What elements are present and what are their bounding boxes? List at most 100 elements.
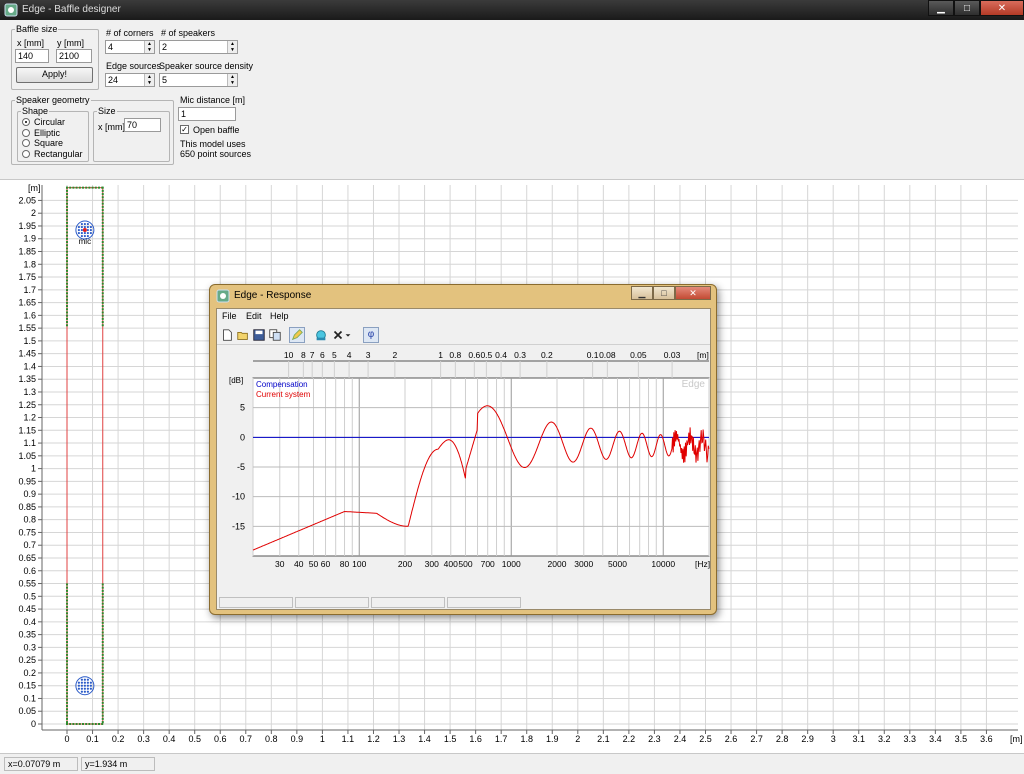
edge-source-point: [101, 625, 104, 628]
speakers-label: # of speakers: [161, 28, 216, 38]
hz-tick-label: 200: [398, 559, 412, 569]
x-tick-label: 2: [575, 734, 580, 744]
edge-source-point: [66, 599, 68, 602]
menu-help[interactable]: Help: [270, 311, 289, 321]
menu-edit[interactable]: Edit: [246, 311, 262, 321]
edge-source-point: [101, 714, 104, 717]
edge-source-point: [94, 723, 97, 725]
edge-source-point: [78, 186, 81, 189]
edge-source-point: [88, 723, 91, 725]
spin-arrows-icon[interactable]: ▲ ▼: [227, 41, 237, 53]
shape-label-square: Square: [34, 138, 64, 148]
mic-distance-input[interactable]: 1: [178, 107, 236, 121]
m-tick-label: 0.2: [541, 350, 553, 360]
size-legend: Size: [98, 106, 116, 116]
new-icon[interactable]: [219, 327, 235, 343]
save-icon[interactable]: [251, 327, 267, 343]
hz-tick-label: 60: [321, 559, 331, 569]
speaker-icon[interactable]: [313, 327, 329, 343]
open-baffle-label: Open baffle: [193, 125, 240, 135]
y-tick-label: 1.4: [23, 361, 36, 371]
hz-tick-label: 100: [352, 559, 366, 569]
edge-source-point: [66, 301, 68, 304]
response-title-bar[interactable]: Edge - Response ▁ □ ✕: [210, 285, 716, 307]
response-toolbar: φ: [217, 325, 710, 345]
shape-radio-rectangular[interactable]: [22, 149, 30, 158]
hz-tick-label: 1000: [502, 559, 521, 569]
model-info-line2: 650 point sources: [180, 149, 252, 159]
edge-source-point: [91, 186, 94, 189]
y-tick-label: 0.95: [18, 476, 36, 486]
edge-source-point: [101, 660, 104, 663]
speaker-source-point: [86, 231, 89, 235]
x-tick-label: 1: [320, 734, 325, 744]
speaker-source-point: [86, 222, 89, 226]
corners-stepper[interactable]: 4 ▲ ▼: [105, 40, 155, 54]
spin-arrows-icon[interactable]: ▲ ▼: [144, 74, 154, 86]
edge-source-point: [101, 621, 104, 624]
edge-source-point: [66, 612, 68, 615]
shape-radio-elliptic[interactable]: [22, 128, 30, 137]
size-x-input[interactable]: 70: [124, 118, 161, 132]
dropdown-icon[interactable]: [343, 327, 353, 343]
edge-source-point: [101, 317, 104, 320]
edge-source-point: [101, 647, 104, 650]
edge-source-point: [101, 237, 104, 240]
maximize-button[interactable]: □: [954, 0, 980, 16]
apply-button[interactable]: Apply!: [16, 67, 93, 83]
baffle-y-input[interactable]: 2100: [56, 49, 92, 63]
edge-source-point: [101, 618, 104, 621]
speaker-source-point: [89, 687, 92, 690]
edge-source-point: [66, 621, 68, 624]
copy-icon[interactable]: [267, 327, 283, 343]
y-tick-label: 1.7: [23, 285, 36, 295]
response-chart[interactable]: 50-5-10-15[dB]30 40 50 60 80 100 200 300 400 500 7…: [217, 346, 710, 594]
source-density-stepper[interactable]: 5 ▲ ▼: [159, 73, 238, 87]
db-tick-label: -5: [237, 462, 245, 472]
speaker-source-point: [77, 231, 80, 235]
edge-source-point: [101, 695, 104, 698]
menu-file[interactable]: File: [222, 311, 237, 321]
edge-sources-stepper[interactable]: 24 ▲ ▼: [105, 73, 155, 87]
pencil-icon[interactable]: [289, 327, 305, 343]
size-group: Size: [93, 106, 170, 162]
db-tick-label: -15: [232, 521, 245, 531]
y-tick-label: 0.9: [23, 489, 36, 499]
edge-source-point: [66, 196, 68, 199]
x-tick-label: 1.5: [444, 734, 457, 744]
spin-arrows-icon[interactable]: ▲ ▼: [144, 41, 154, 53]
edge-source-point: [69, 186, 72, 189]
edge-source-point: [82, 723, 84, 725]
speaker-source-point: [83, 678, 86, 681]
edge-source-point: [101, 599, 104, 602]
speaker-source-point: [83, 690, 86, 693]
response-window[interactable]: Edge - Response ▁ □ ✕ File Edit Help φ 5…: [209, 284, 717, 615]
y-tick-label: 0.85: [18, 502, 36, 512]
edge-source-point: [82, 186, 84, 189]
phase-icon[interactable]: φ: [363, 327, 379, 343]
hz-tick-label: 80: [340, 559, 350, 569]
x-tick-label: 1.9: [546, 734, 559, 744]
close-button[interactable]: ✕: [980, 0, 1024, 16]
open-icon[interactable]: [235, 327, 251, 343]
response-close-button[interactable]: ✕: [675, 286, 711, 300]
baffle-x-input[interactable]: 140: [15, 49, 49, 63]
edge-source-point: [66, 321, 68, 324]
shape-radio-circular[interactable]: [22, 118, 30, 126]
title-bar: Edge - Baffle designer ▁ □ ✕: [0, 0, 1024, 20]
edge-source-point: [101, 273, 104, 276]
open-baffle-checkbox[interactable]: ✓: [180, 125, 189, 134]
edge-source-point: [101, 311, 104, 314]
edge-source-point: [101, 673, 104, 676]
spin-arrows-icon[interactable]: ▲ ▼: [227, 74, 237, 86]
edge-source-point: [101, 260, 104, 263]
shape-radio-square[interactable]: [22, 139, 30, 147]
minimize-button[interactable]: ▁: [928, 0, 954, 16]
edge-source-point: [66, 215, 68, 218]
response-minimize-button[interactable]: ▁: [631, 286, 653, 300]
hz-tick-label: 40: [294, 559, 304, 569]
speakers-stepper[interactable]: 2 ▲ ▼: [159, 40, 238, 54]
response-maximize-button[interactable]: □: [653, 286, 675, 300]
edge-source-point: [101, 244, 104, 247]
edge-source-point: [66, 628, 68, 631]
